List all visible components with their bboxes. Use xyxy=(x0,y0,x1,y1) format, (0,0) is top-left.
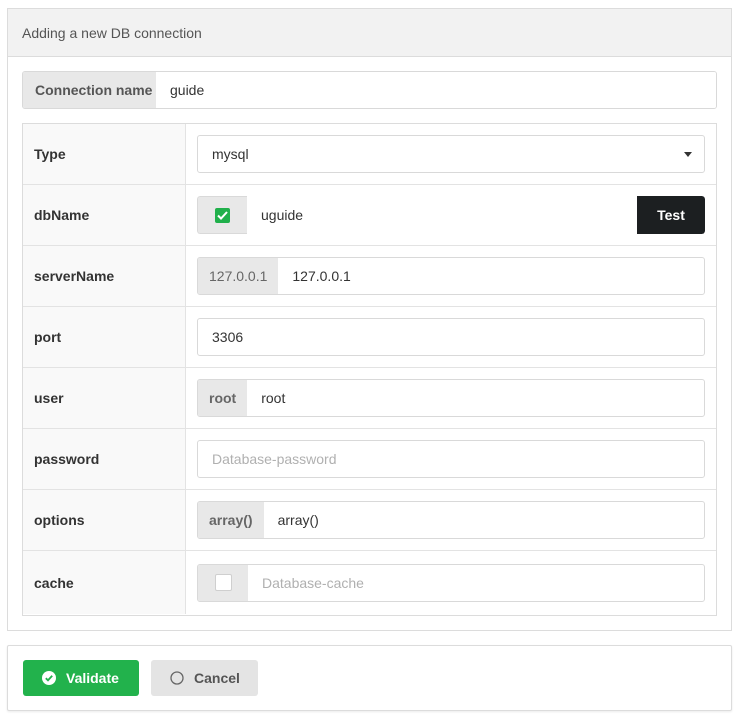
options-prefix: array() xyxy=(198,502,264,538)
port-input[interactable] xyxy=(198,319,704,355)
form-footer: Validate Cancel xyxy=(7,645,732,711)
servername-group: 127.0.0.1 xyxy=(197,257,705,295)
servername-input[interactable] xyxy=(278,258,704,294)
options-row: options array() xyxy=(23,490,716,551)
dbname-checkbox[interactable] xyxy=(215,207,230,223)
validate-label: Validate xyxy=(66,670,119,686)
cache-label: cache xyxy=(23,551,186,614)
type-row: Type mysql xyxy=(23,124,716,185)
options-group: array() xyxy=(197,501,705,539)
cache-checkbox[interactable] xyxy=(214,574,232,591)
servername-label: serverName xyxy=(23,246,186,306)
options-label: options xyxy=(23,490,186,550)
db-connection-panel: Adding a new DB connection Connection na… xyxy=(7,8,732,631)
connection-name-label: Connection name xyxy=(23,72,156,108)
cache-row: cache xyxy=(23,551,716,614)
cache-group xyxy=(197,563,705,602)
user-row: user root xyxy=(23,368,716,429)
password-row: password xyxy=(23,429,716,490)
check-icon xyxy=(217,210,228,220)
circle-outline-icon xyxy=(170,671,184,685)
user-group: root xyxy=(197,379,705,417)
port-group xyxy=(197,318,705,356)
dbname-group: Test xyxy=(197,196,705,234)
dbname-input[interactable] xyxy=(247,196,637,234)
check-circle-icon xyxy=(42,671,56,685)
cancel-button[interactable]: Cancel xyxy=(151,660,258,696)
servername-prefix: 127.0.0.1 xyxy=(198,258,279,294)
panel-heading: Adding a new DB connection xyxy=(8,9,731,57)
panel-title: Adding a new DB connection xyxy=(22,24,202,41)
caret-down-icon xyxy=(684,151,692,157)
cache-checkbox-addon xyxy=(198,564,248,601)
type-label: Type xyxy=(23,124,186,184)
dbname-checkbox-addon xyxy=(197,196,247,234)
connection-name-group: Connection name xyxy=(22,71,717,109)
options-input[interactable] xyxy=(263,502,704,538)
port-row: port xyxy=(23,307,716,368)
test-button[interactable]: Test xyxy=(637,196,705,234)
validate-button[interactable]: Validate xyxy=(23,660,139,696)
connection-name-input[interactable] xyxy=(156,72,716,108)
password-input[interactable] xyxy=(198,441,704,477)
password-group xyxy=(197,440,705,478)
cancel-label: Cancel xyxy=(194,670,240,686)
user-input[interactable] xyxy=(247,380,704,416)
cache-input[interactable] xyxy=(248,564,704,601)
type-select-value: mysql xyxy=(212,146,249,162)
connection-fields-table: Type mysql dbName Test xyxy=(22,123,717,616)
user-prefix: root xyxy=(198,380,248,416)
servername-row: serverName 127.0.0.1 xyxy=(23,246,716,307)
port-label: port xyxy=(23,307,186,367)
type-select[interactable]: mysql xyxy=(197,135,705,173)
dbname-label: dbName xyxy=(23,185,186,245)
dbname-row: dbName Test xyxy=(23,185,716,246)
password-label: password xyxy=(23,429,186,489)
user-label: user xyxy=(23,368,186,428)
